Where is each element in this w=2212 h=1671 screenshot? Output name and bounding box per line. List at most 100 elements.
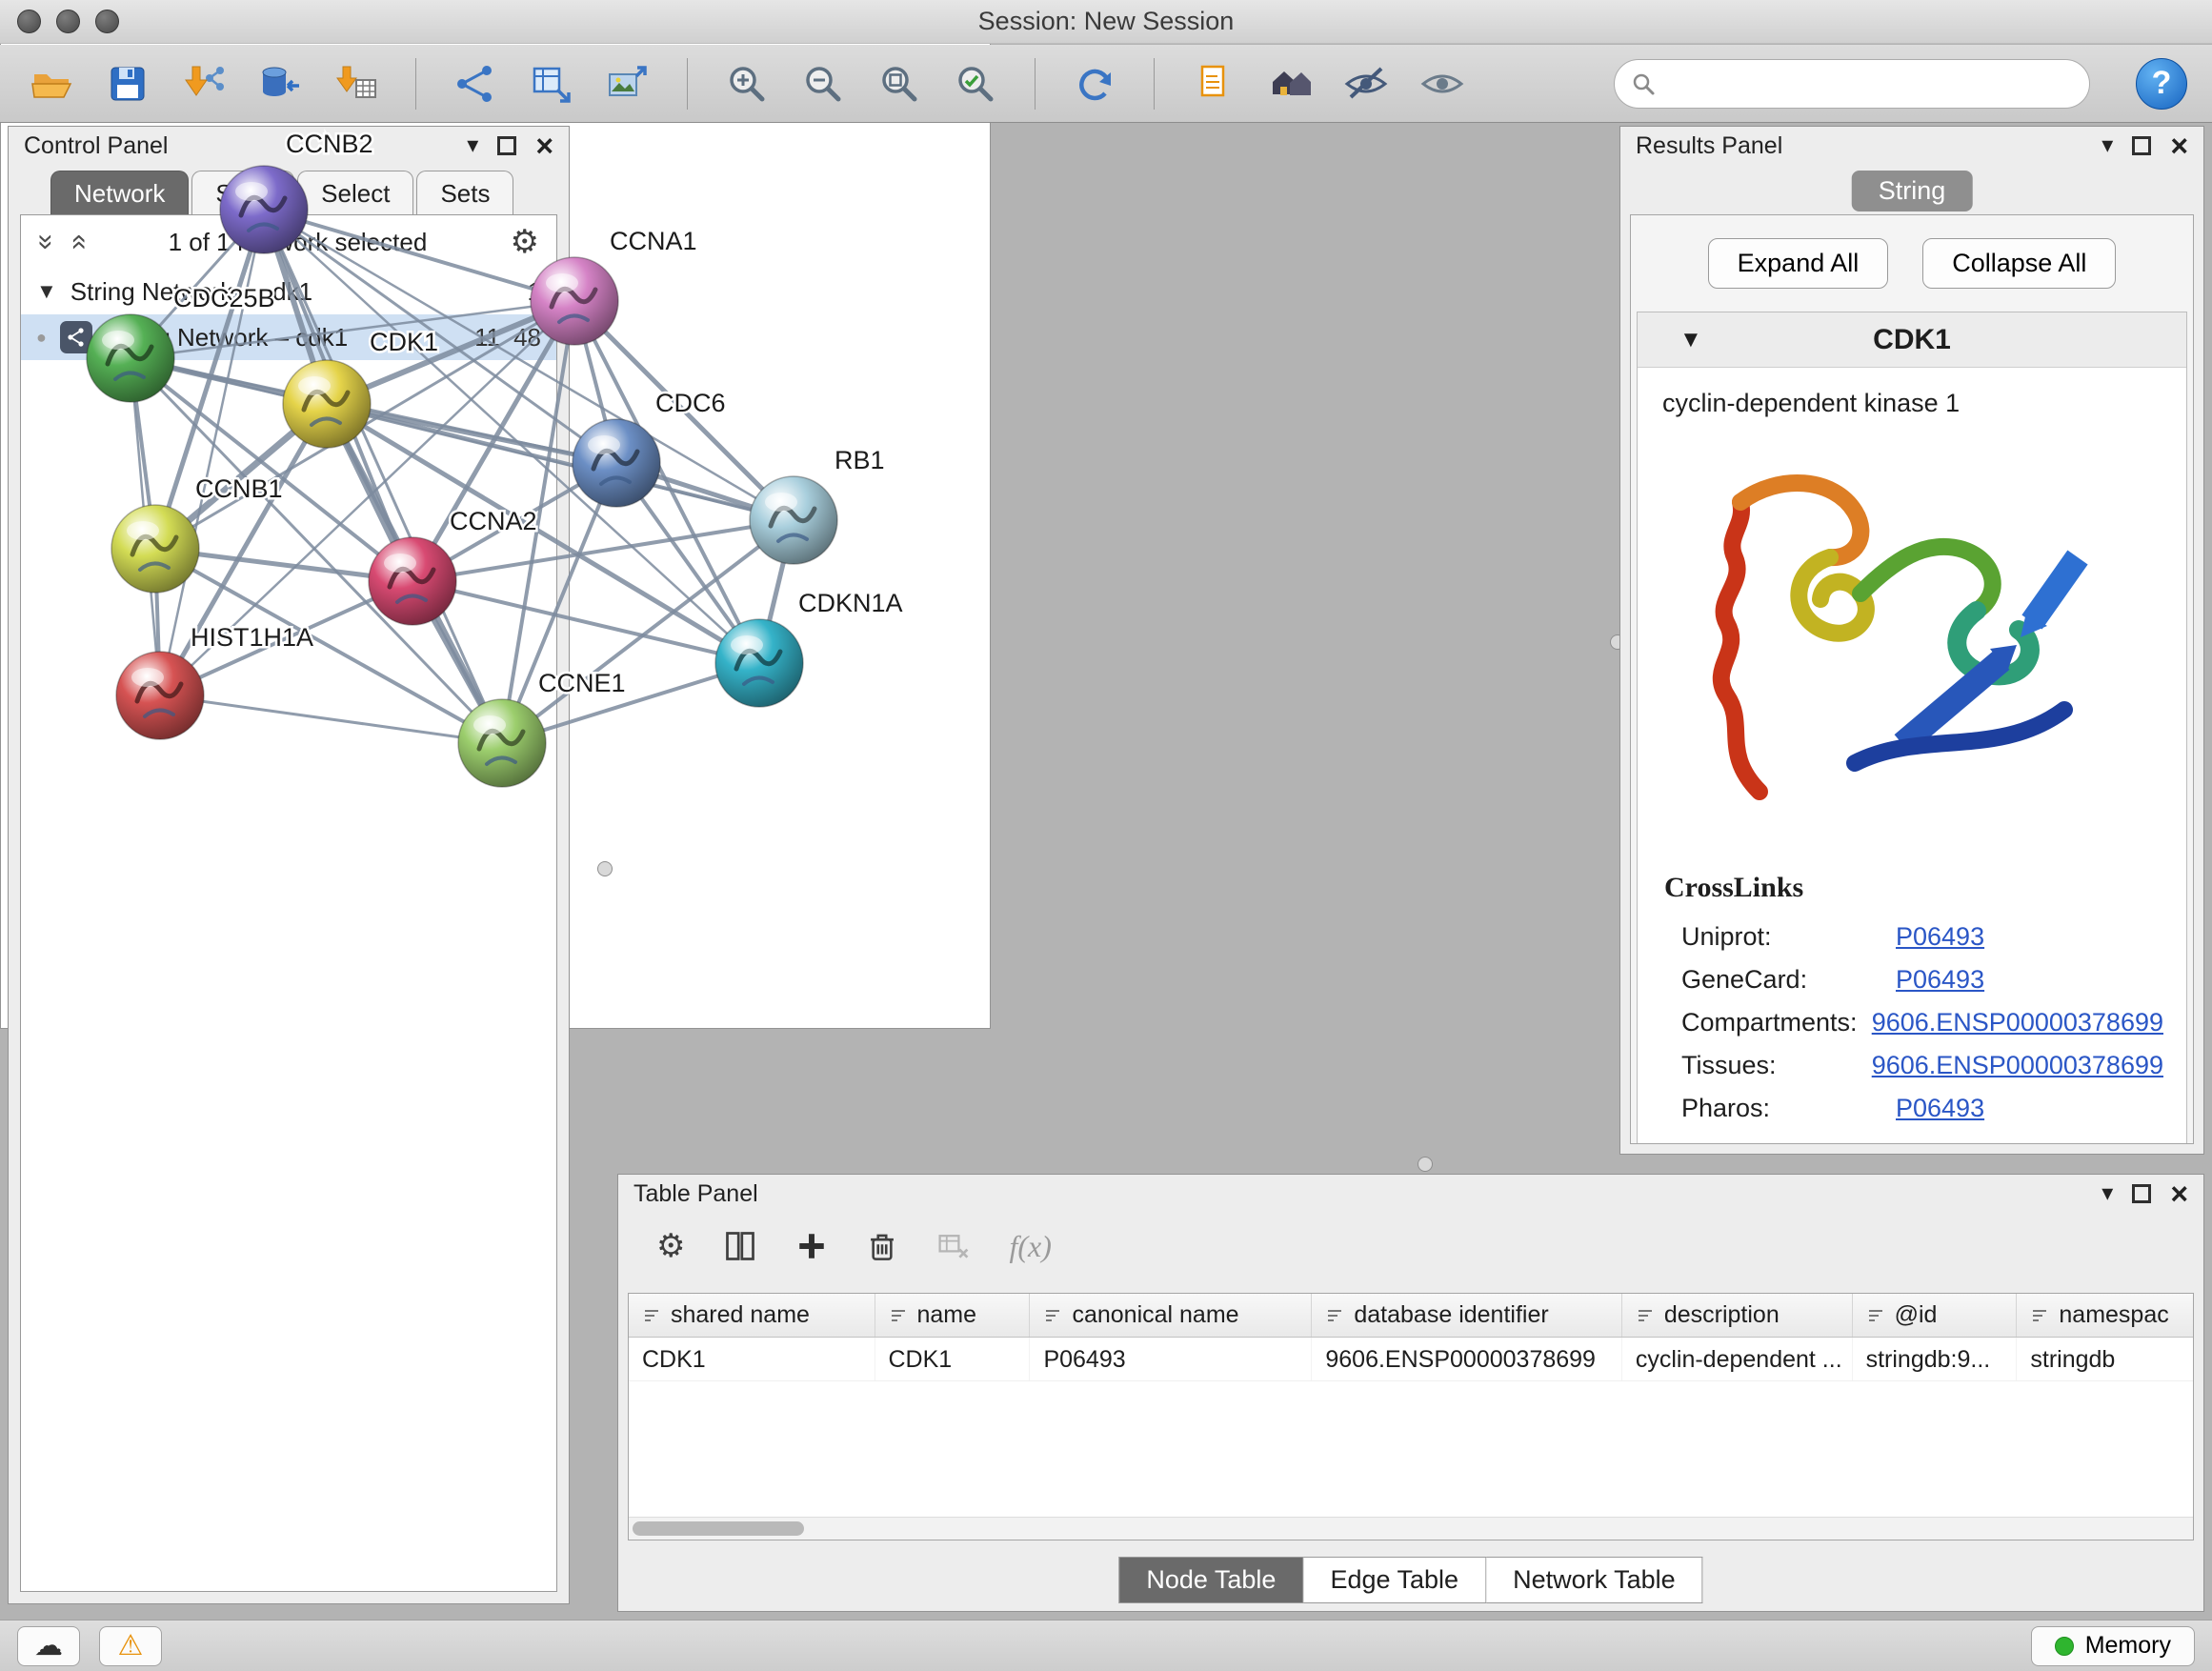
column-header[interactable]: name [875, 1294, 1031, 1337]
memory-status-icon [2055, 1637, 2074, 1656]
results-buttons-row: Expand All Collapse All [1631, 215, 2193, 312]
plus-icon [795, 1230, 828, 1262]
memory-label: Memory [2085, 1632, 2171, 1660]
column-header[interactable]: description [1622, 1294, 1853, 1337]
close-panel-icon[interactable]: × [2170, 1178, 2188, 1209]
crosslink-row: Compartments: 9606.ENSP00000378699 [1660, 1001, 2163, 1044]
table-panel-header: Table Panel ▾ × [618, 1175, 2203, 1213]
crosslink-label: Pharos: [1681, 1094, 1896, 1123]
results-panel-header: Results Panel ▾ × [1620, 127, 2203, 165]
warning-icon: ⚠ [118, 1632, 144, 1661]
refresh-button[interactable] [1068, 57, 1121, 111]
column-sort-icon [642, 1306, 661, 1325]
svg-text:CCNB1: CCNB1 [195, 474, 283, 503]
string-results-body: Expand All Collapse All ▼ CDK1 cyclin-de… [1630, 214, 2194, 1144]
crosslink-link[interactable]: 9606.ENSP00000378699 [1872, 1051, 2163, 1080]
table-settings-button[interactable]: ⚙ [656, 1230, 685, 1262]
column-sort-icon [1866, 1306, 1885, 1325]
protein-section-header[interactable]: ▼ CDK1 [1638, 312, 2186, 368]
home-view-button[interactable] [1263, 57, 1317, 111]
crosslink-link[interactable]: P06493 [1896, 1094, 1984, 1123]
expand-all-button[interactable]: Expand All [1708, 238, 1889, 289]
document-icon [1191, 61, 1237, 107]
table-cell: CDK1 [629, 1338, 875, 1380]
add-column-button[interactable] [795, 1230, 828, 1262]
column-header[interactable]: @id [1853, 1294, 2018, 1337]
column-header[interactable]: database identifier [1312, 1294, 1621, 1337]
column-header[interactable]: namespac [2017, 1294, 2193, 1337]
table-cell: stringdb:9... [1853, 1338, 2018, 1380]
trash-icon [866, 1230, 898, 1262]
search-icon [1630, 70, 1657, 97]
crosslink-label: Tissues: [1681, 1051, 1872, 1080]
float-panel-icon[interactable] [2132, 1184, 2151, 1203]
bottom-splitter-handle[interactable] [1418, 1157, 1433, 1172]
table-row[interactable]: CDK1 CDK1 P06493 9606.ENSP00000378699 cy… [629, 1338, 2193, 1381]
eye-slash-icon [1343, 61, 1389, 107]
tab-node-table[interactable]: Node Table [1118, 1557, 1303, 1603]
memory-button[interactable]: Memory [2031, 1626, 2195, 1666]
cytoscape-window: Session: New Session [0, 0, 2212, 1671]
show-selected-button[interactable] [1416, 57, 1469, 111]
svg-text:CCNA1: CCNA1 [610, 227, 697, 255]
panel-menu-icon[interactable]: ▾ [2101, 1182, 2113, 1205]
string-tab[interactable]: String [1852, 171, 1973, 211]
search-input[interactable] [1666, 69, 2074, 98]
table-header-row: shared name name canonical name database… [629, 1294, 2193, 1338]
column-header[interactable]: canonical name [1030, 1294, 1312, 1337]
horizontal-scrollbar [629, 1517, 2193, 1540]
table-cell: 9606.ENSP00000378699 [1312, 1338, 1621, 1380]
cloud-status-button[interactable]: ☁ [17, 1626, 80, 1666]
table-toolbar: ⚙ [618, 1213, 2203, 1276]
annotation-document-button[interactable] [1187, 57, 1240, 111]
eye-icon [1419, 61, 1465, 107]
window-title: Session: New Session [978, 7, 1235, 36]
crosslink-label: GeneCard: [1681, 965, 1896, 995]
protein-description: cyclin-dependent kinase 1 [1660, 383, 2163, 428]
collapse-all-button[interactable]: Collapse All [1922, 238, 2116, 289]
network-canvas[interactable]: CCNB2CCNA1CDC25BCDK1CDC6RB1CCNB1CCNA2CDK… [0, 0, 989, 976]
panel-menu-icon[interactable]: ▾ [2101, 134, 2113, 157]
crosslink-link[interactable]: P06493 [1896, 965, 1984, 995]
warnings-button[interactable]: ⚠ [99, 1626, 162, 1666]
protein-section: ▼ CDK1 cyclin-dependent kinase 1 [1637, 312, 2187, 1144]
results-panel: Results Panel ▾ × String Expand All Coll… [1619, 126, 2204, 1155]
table-panel: Table Panel ▾ × ⚙ [617, 1174, 2204, 1612]
protein-name: CDK1 [1638, 324, 2186, 356]
column-sort-icon [2030, 1306, 2049, 1325]
column-sort-icon [1043, 1306, 1062, 1325]
toolbar-separator [1154, 58, 1155, 110]
svg-text:RB1: RB1 [835, 446, 885, 474]
crosslink-link[interactable]: P06493 [1896, 922, 1984, 952]
search-box [1614, 59, 2090, 109]
float-panel-icon[interactable] [2132, 136, 2151, 155]
table-cell: P06493 [1030, 1338, 1312, 1380]
column-sort-icon [1325, 1306, 1344, 1325]
crosslink-link[interactable]: 9606.ENSP00000378699 [1872, 1008, 2163, 1037]
scrollbar-thumb[interactable] [633, 1521, 804, 1536]
left-splitter-handle[interactable] [597, 861, 613, 876]
table-cell: CDK1 [875, 1338, 1031, 1380]
results-panel-title: Results Panel [1636, 132, 1782, 160]
svg-text:CDKN1A: CDKN1A [798, 589, 903, 617]
refresh-icon [1072, 61, 1117, 107]
delete-column-button[interactable] [866, 1230, 898, 1262]
svg-text:CDC25B: CDC25B [173, 284, 275, 312]
svg-text:CCNA2: CCNA2 [450, 507, 537, 535]
table-cell: cyclin-dependent ... [1622, 1338, 1853, 1380]
show-columns-button[interactable] [723, 1229, 757, 1263]
table-cell: stringdb [2017, 1338, 2193, 1380]
help-button[interactable]: ? [2136, 58, 2187, 110]
column-header[interactable]: shared name [629, 1294, 875, 1337]
close-panel-icon[interactable]: × [2170, 131, 2188, 161]
svg-text:HIST1H1A: HIST1H1A [191, 623, 313, 652]
section-expanded-icon[interactable]: ▼ [1679, 327, 1702, 353]
clear-table-button[interactable] [936, 1229, 971, 1263]
tab-edge-table[interactable]: Edge Table [1303, 1557, 1486, 1603]
columns-icon [723, 1229, 757, 1263]
node-table: shared name name canonical name database… [628, 1293, 2194, 1540]
hide-selected-button[interactable] [1339, 57, 1393, 111]
crosslink-row: Uniprot: P06493 [1660, 916, 2163, 958]
function-builder-button[interactable]: f(x) [1009, 1229, 1051, 1264]
tab-network-table[interactable]: Network Table [1486, 1557, 1703, 1603]
